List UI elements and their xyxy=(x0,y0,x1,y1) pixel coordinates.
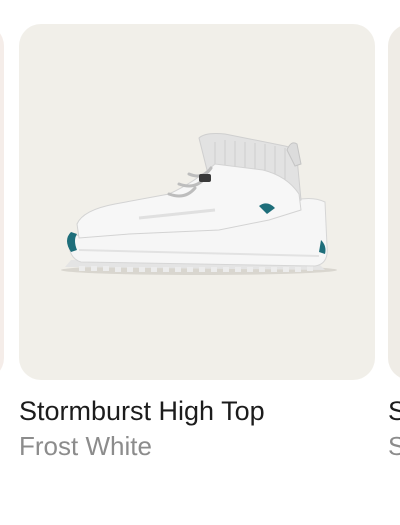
product-name[interactable]: Stormburst High Top xyxy=(19,394,375,428)
product-card-next[interactable]: S S xyxy=(388,24,400,463)
product-image-previous[interactable] xyxy=(0,24,4,380)
product-carousel: Stormburst High Top Frost White S S xyxy=(0,0,400,525)
product-image[interactable] xyxy=(19,24,375,380)
product-color: Frost White xyxy=(19,431,152,461)
product-color-next: S xyxy=(388,431,400,461)
product-name-next[interactable]: S xyxy=(388,394,400,428)
high-top-sneaker-icon xyxy=(61,133,337,275)
product-card[interactable]: Stormburst High Top Frost White xyxy=(19,24,375,463)
product-image-next[interactable] xyxy=(388,24,400,380)
product-card-previous[interactable] xyxy=(0,24,4,394)
